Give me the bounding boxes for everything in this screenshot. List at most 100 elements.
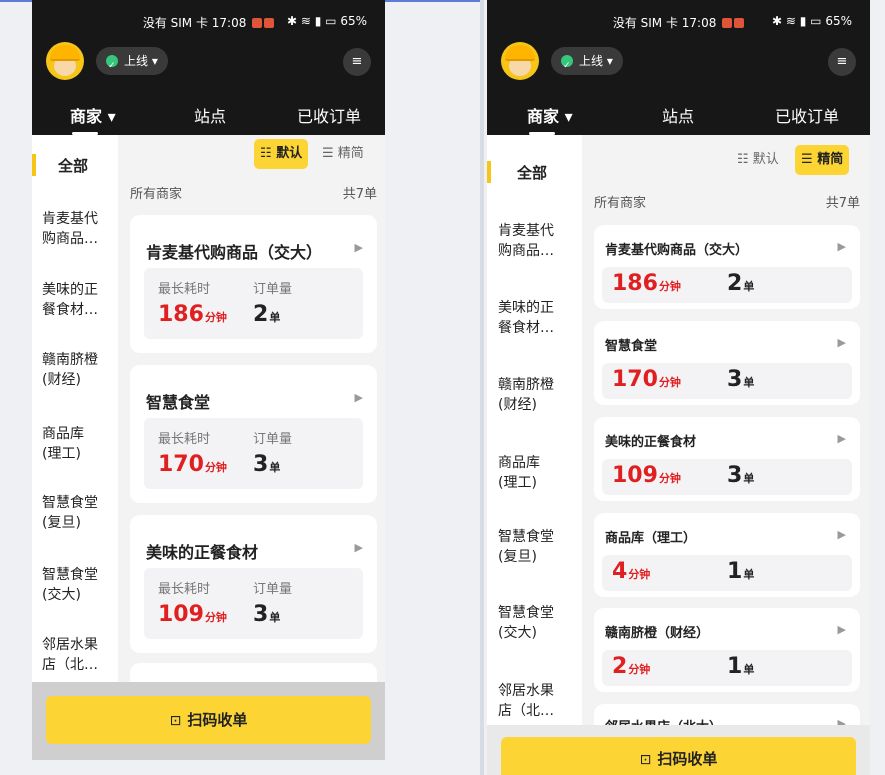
search-list-icon[interactable]: ≡ xyxy=(828,48,856,76)
sidebar-item[interactable]: 赣南脐橙 (财经) xyxy=(32,350,118,390)
sidebar-item[interactable]: 智慧食堂 (交大) xyxy=(487,603,582,643)
order-count-value: 1单 xyxy=(727,654,755,679)
phone-screen-default-view: 没有 SIM 卡 17:08 ✱ ≋ ▮ ▭ 65% 上线 ▾ ≡ 商家 ▾ 站… xyxy=(32,0,385,760)
search-list-icon[interactable]: ≡ xyxy=(343,48,371,76)
content-area: 全部 肯麦基代 购商品… 美味的正 餐食材… 赣南脐橙 (财经) 商品库 (理工… xyxy=(32,135,385,760)
max-time-value: 109分钟 xyxy=(612,463,681,488)
order-count-value: 1单 xyxy=(727,559,755,584)
compact-view-button[interactable]: ☰ 精简 xyxy=(795,145,850,175)
sidebar-item[interactable]: 赣南脐橙 (财经) xyxy=(487,375,582,415)
chevron-right-icon: ▶ xyxy=(354,541,363,554)
stats-panel: 最长耗时 订单量 170分钟 3单 xyxy=(144,418,363,489)
max-time-value: 186分钟 xyxy=(612,271,681,296)
tab-bar: 商家 ▾ 站点 已收订单 xyxy=(487,89,870,135)
default-view-button[interactable]: ☷ 默认 xyxy=(731,145,785,175)
merchant-name: 智慧食堂 xyxy=(605,339,658,354)
online-status-toggle[interactable]: 上线 ▾ xyxy=(551,47,623,80)
list-header: 所有商家 共7单 xyxy=(130,183,377,202)
tab-received-orders[interactable]: 已收订单 xyxy=(297,103,361,127)
merchant-card[interactable]: 肯麦基代购商品（交大） ▶ 最长耗时 订单量 186分钟 2单 xyxy=(130,215,377,353)
sidebar-item[interactable]: 智慧食堂 (交大) xyxy=(32,565,118,605)
sidebar-item[interactable]: 美味的正 餐食材… xyxy=(32,280,118,320)
carrier-time: 没有 SIM 卡 17:08 xyxy=(142,16,247,30)
sidebar-item[interactable]: 邻居水果 店（北… xyxy=(32,635,118,675)
avatar[interactable] xyxy=(46,42,84,80)
chevron-right-icon: ▶ xyxy=(837,528,846,541)
merchant-card[interactable]: 商品库（理工） ▶ 4分钟 1单 xyxy=(594,513,860,597)
tab-bar: 商家 ▾ 站点 已收订单 xyxy=(32,89,385,135)
tab-received-orders[interactable]: 已收订单 xyxy=(775,103,839,127)
order-count-value: 2单 xyxy=(727,271,755,296)
sidebar-item-all[interactable]: 全部 xyxy=(32,154,118,176)
sidebar-item[interactable]: 美味的正 餐食材… xyxy=(487,298,582,338)
merchant-name: 赣南脐橙（财经） xyxy=(605,626,710,641)
sidebar-item[interactable]: 邻居水果 店（北… xyxy=(487,681,582,721)
scan-receive-button[interactable]: ⊡ 扫码收单 xyxy=(501,737,856,775)
list-icon: ☰ xyxy=(801,152,813,167)
battery-level: 65% xyxy=(340,14,367,28)
check-icon xyxy=(561,52,573,80)
merchant-sidebar: 全部 肯麦基代 购商品… 美味的正 餐食材… 赣南脐橙 (财经) 商品库 (理工… xyxy=(487,135,582,725)
tab-merchant[interactable]: 商家 ▾ xyxy=(70,103,116,135)
sidebar-item[interactable]: 商品库 (理工) xyxy=(32,424,118,464)
sidebar-item-all[interactable]: 全部 xyxy=(487,161,582,183)
stats-panel: 4分钟 1单 xyxy=(602,555,852,591)
avatar[interactable] xyxy=(501,42,539,80)
merchant-card[interactable]: 赣南脐橙（财经） ▶ 2分钟 1单 xyxy=(594,608,860,692)
chevron-right-icon: ▶ xyxy=(354,391,363,404)
footer-bar: ⊡ 扫码收单 xyxy=(32,682,385,760)
order-count-value: 3单 xyxy=(727,367,755,392)
sidebar-item[interactable]: 智慧食堂 (复旦) xyxy=(487,527,582,567)
stats-panel: 109分钟 3单 xyxy=(602,459,852,495)
merchant-card[interactable]: 肯麦基代购商品（交大） ▶ 186分钟 2单 xyxy=(594,225,860,309)
chevron-right-icon: ▶ xyxy=(837,240,846,253)
sidebar-item[interactable]: 商品库 (理工) xyxy=(487,453,582,493)
merchant-name: 肯麦基代购商品（交大） xyxy=(605,243,749,258)
scan-receive-button[interactable]: ⊡ 扫码收单 xyxy=(46,696,371,744)
sidebar-item[interactable]: 肯麦基代 购商品… xyxy=(32,209,118,249)
merchant-name: 智慧食堂 xyxy=(146,393,211,412)
merchant-card[interactable]: 智慧食堂 ▶ 170分钟 3单 xyxy=(594,321,860,405)
default-view-button[interactable]: ☷ 默认 xyxy=(254,139,309,169)
tab-station[interactable]: 站点 xyxy=(662,103,694,127)
notification-icon xyxy=(252,18,263,28)
merchant-name: 肯麦基代购商品（交大） xyxy=(146,243,323,262)
order-count-total: 共7单 xyxy=(825,196,860,211)
order-count-total: 共7单 xyxy=(342,187,377,202)
chevron-right-icon: ▶ xyxy=(354,241,363,254)
list-icon: ☰ xyxy=(322,146,334,161)
scan-icon: ⊡ xyxy=(169,713,182,729)
merchant-name: 美味的正餐食材 xyxy=(605,435,697,450)
merchant-name: 商品库（理工） xyxy=(605,531,697,546)
max-time-value: 4分钟 xyxy=(612,559,651,584)
max-time-value: 109分钟 xyxy=(158,602,227,627)
top-bar: 上线 ▾ ≡ xyxy=(32,42,385,89)
order-count-value: 3单 xyxy=(253,602,281,627)
grid-icon: ☷ xyxy=(260,146,272,161)
status-bar: 没有 SIM 卡 17:08 ✱ ≋ ▮ ▭ 65% xyxy=(32,0,385,46)
stats-panel: 186分钟 2单 xyxy=(602,267,852,303)
compact-view-button[interactable]: ☰ 精简 xyxy=(316,139,370,169)
status-bar: 没有 SIM 卡 17:08 ✱ ≋ ▮ ▭ 65% xyxy=(487,0,870,46)
order-count-value: 3单 xyxy=(727,463,755,488)
tab-merchant[interactable]: 商家 ▾ xyxy=(527,103,573,135)
merchant-card[interactable]: 美味的正餐食材 ▶ 最长耗时 订单量 109分钟 3单 xyxy=(130,515,377,653)
merchant-card[interactable]: 美味的正餐食材 ▶ 109分钟 3单 xyxy=(594,417,860,501)
signal-icons: ✱ ≋ ▮ ▭ xyxy=(772,14,822,28)
list-title: 所有商家 xyxy=(594,196,647,211)
view-toggle: ☷ 默认 ☰ 精简 xyxy=(254,139,382,169)
stats-panel: 最长耗时 订单量 186分钟 2单 xyxy=(144,268,363,339)
merchant-card[interactable]: 智慧食堂 ▶ 最长耗时 订单量 170分钟 3单 xyxy=(130,365,377,503)
view-toggle: ☷ 默认 ☰ 精简 xyxy=(731,145,861,175)
content-area: 全部 肯麦基代 购商品… 美味的正 餐食材… 赣南脐橙 (财经) 商品库 (理工… xyxy=(487,135,870,775)
sidebar-item[interactable]: 智慧食堂 (复旦) xyxy=(32,493,118,533)
tab-station[interactable]: 站点 xyxy=(194,103,226,127)
sidebar-item[interactable]: 肯麦基代 购商品… xyxy=(487,221,582,261)
online-status-toggle[interactable]: 上线 ▾ xyxy=(96,47,168,80)
grid-icon: ☷ xyxy=(737,152,749,167)
phone-screen-compact-view: 没有 SIM 卡 17:08 ✱ ≋ ▮ ▭ 65% 上线 ▾ ≡ 商家 ▾ 站… xyxy=(487,0,870,775)
panel-divider xyxy=(480,0,484,775)
list-header: 所有商家 共7单 xyxy=(594,192,860,211)
chevron-right-icon: ▶ xyxy=(837,336,846,349)
merchant-name: 美味的正餐食材 xyxy=(146,543,259,562)
